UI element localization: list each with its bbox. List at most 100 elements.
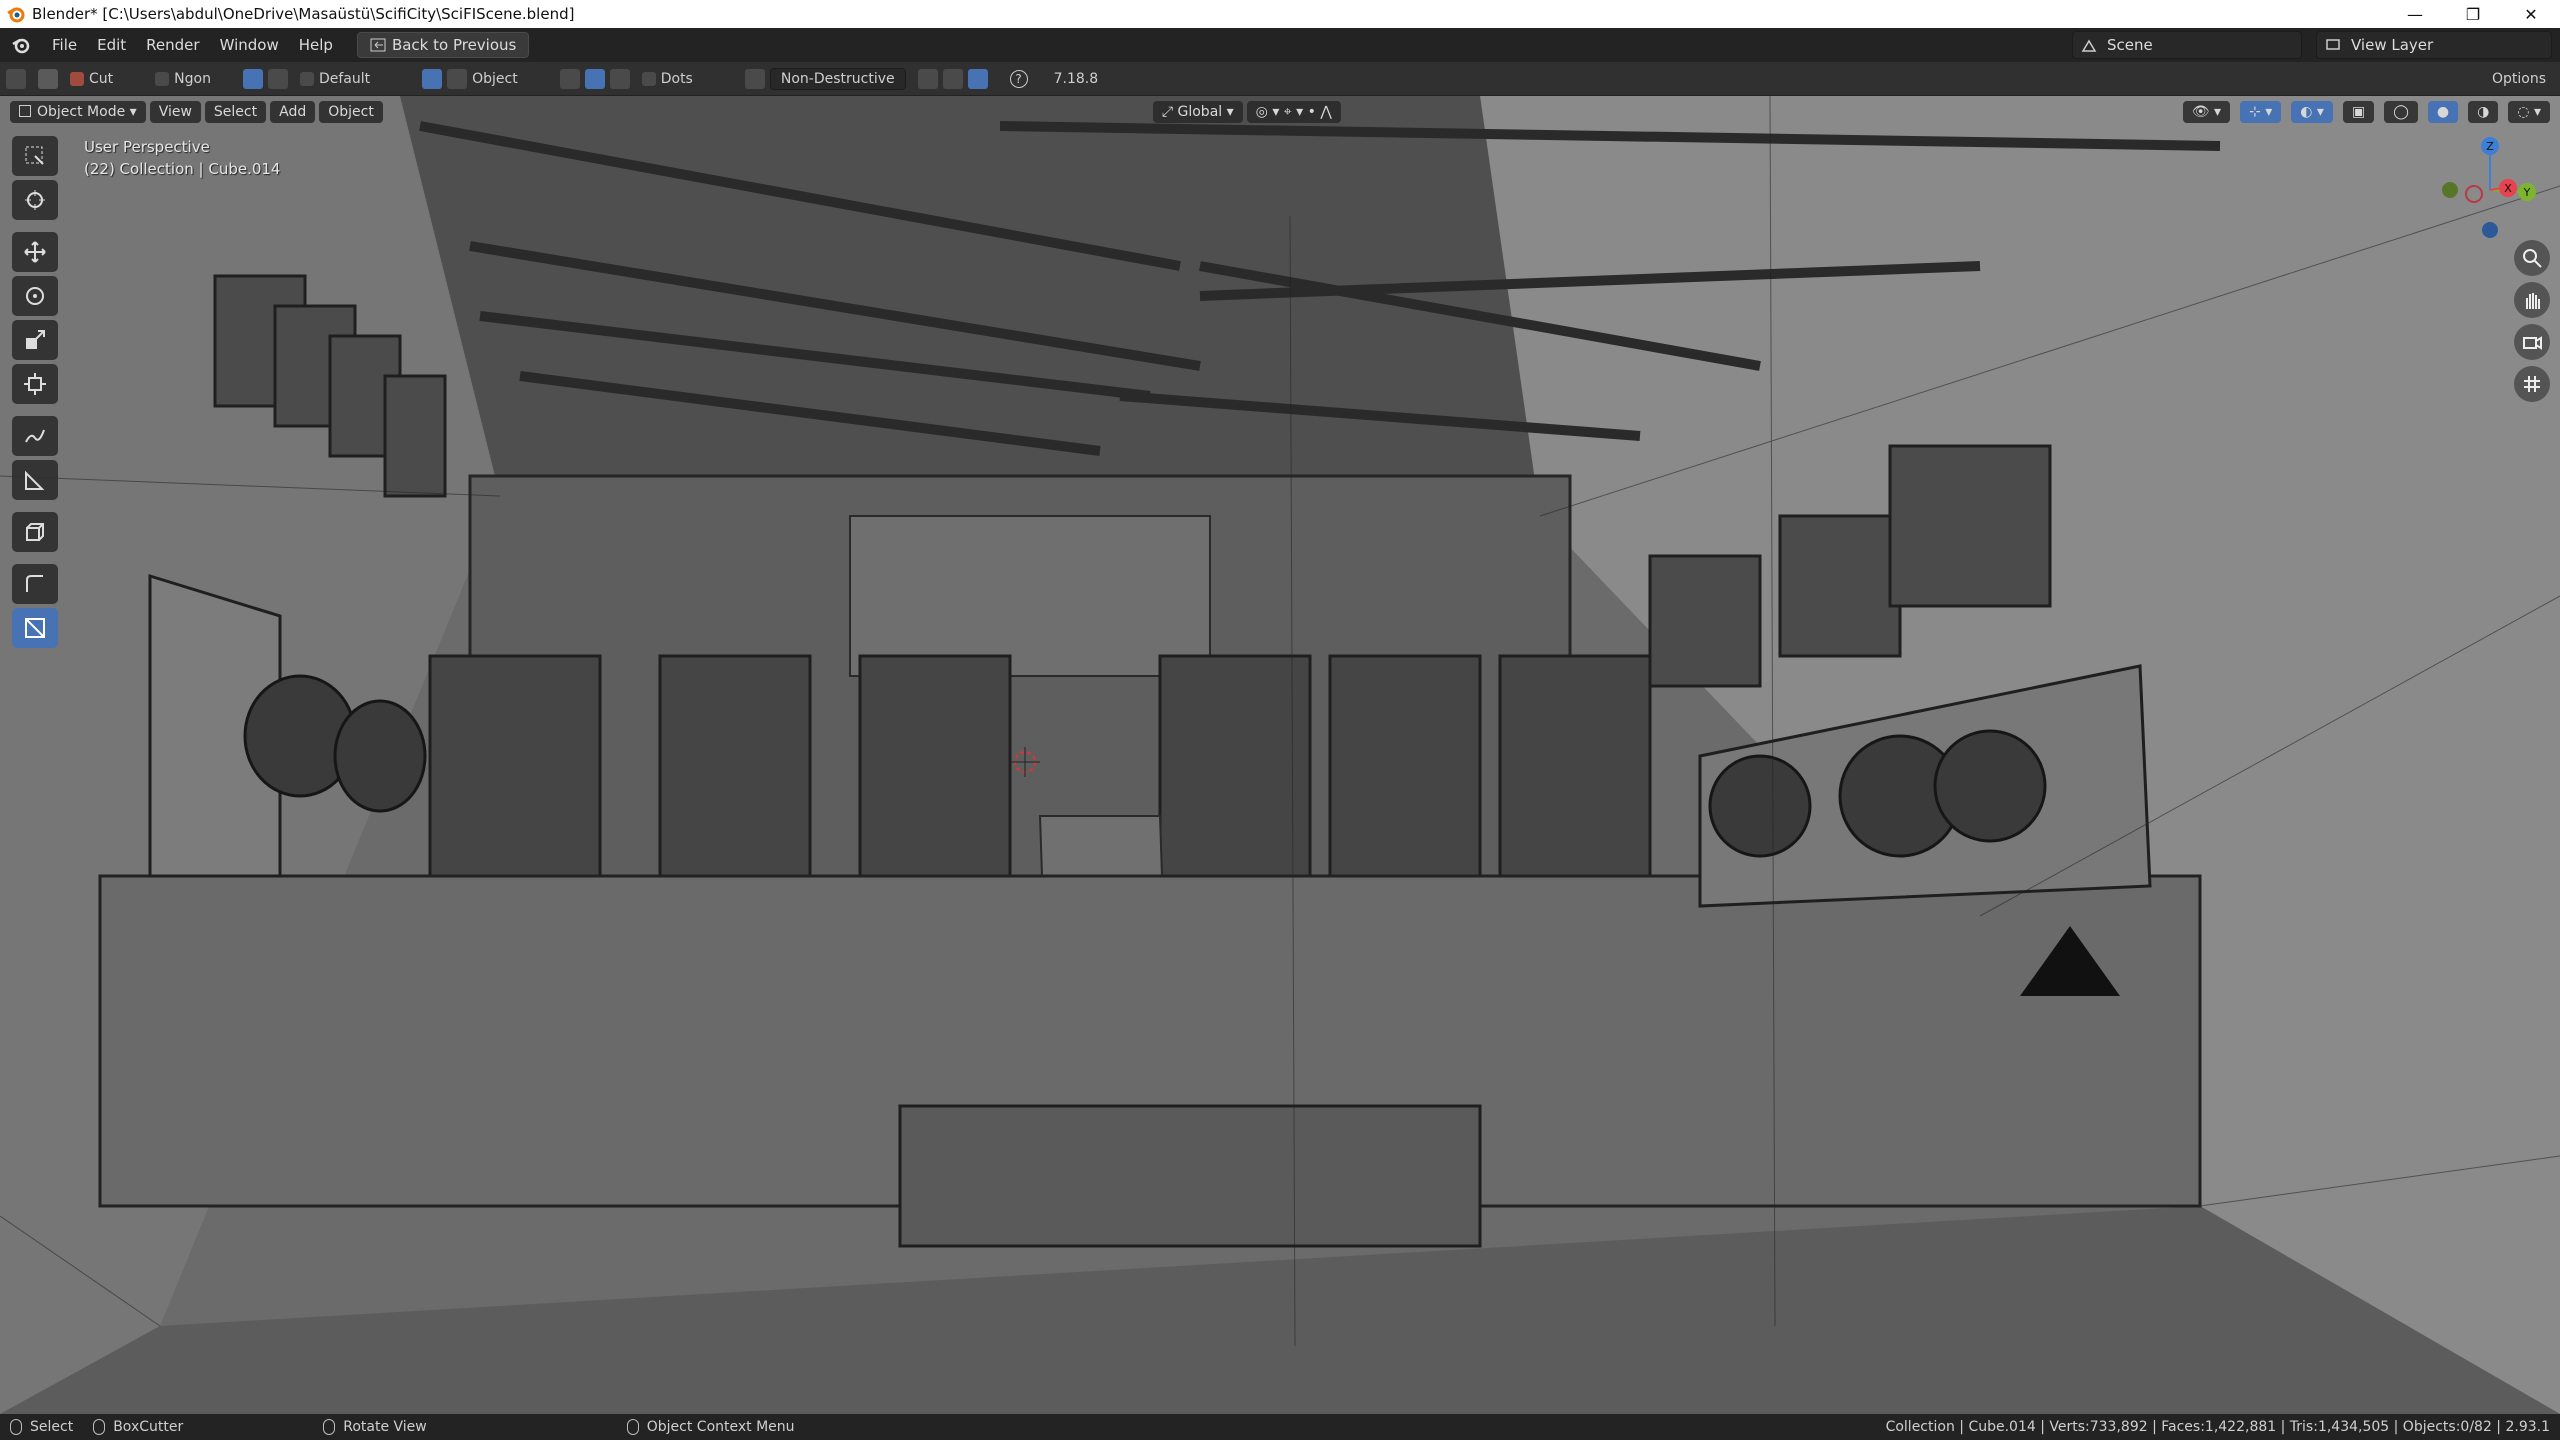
hand-icon bbox=[2526, 293, 2540, 309]
object-dropdown[interactable]: Object bbox=[416, 66, 524, 92]
pause-icon bbox=[967, 68, 988, 89]
menu-file[interactable]: File bbox=[42, 36, 87, 54]
mesh-icon bbox=[609, 68, 630, 89]
gizmo-neg-x-icon[interactable] bbox=[2465, 185, 2483, 203]
overlay-toggle-icon[interactable]: ◐ ▾ bbox=[2291, 101, 2333, 123]
transform-icon bbox=[24, 373, 46, 395]
ngon-icon bbox=[155, 71, 170, 86]
link-icon bbox=[242, 68, 263, 89]
close-button[interactable]: ✕ bbox=[2502, 0, 2560, 28]
status-context: Object Context Menu bbox=[617, 1419, 805, 1435]
shading-controls: 👁 ▾ ⊹ ▾ ◐ ▾ ▣ ◯ ● ◑ ◌ ▾ bbox=[2179, 101, 2550, 123]
measure-icon bbox=[25, 470, 45, 490]
download-icon bbox=[917, 68, 938, 89]
boxcutter-tool[interactable] bbox=[12, 564, 58, 604]
material-shading-icon[interactable]: ◑ bbox=[2468, 101, 2499, 123]
status-bar: Select BoxCutter Rotate View Object Cont… bbox=[0, 1414, 2560, 1440]
gizmo-z-label: Z bbox=[2486, 140, 2494, 153]
object-mode-dropdown[interactable]: Object Mode ▾ bbox=[10, 101, 146, 123]
zoom-icon bbox=[2523, 249, 2542, 268]
orientation-dropdown[interactable]: ⤢ Global ▾ bbox=[1152, 101, 1243, 123]
menu-render[interactable]: Render bbox=[136, 36, 209, 54]
scene-stats: Collection | Cube.014 | Verts:733,892 | … bbox=[1885, 1419, 2550, 1435]
annotate-tool[interactable] bbox=[12, 416, 58, 456]
object-menu[interactable]: Object bbox=[319, 101, 383, 123]
status-select: Select bbox=[0, 1419, 83, 1435]
editor-type-button[interactable] bbox=[0, 66, 32, 92]
default-label: Default bbox=[318, 70, 371, 87]
options-button[interactable]: Options bbox=[2486, 66, 2552, 92]
modifier-icon bbox=[744, 68, 765, 89]
rotate-tool[interactable] bbox=[12, 276, 58, 316]
3d-viewport[interactable] bbox=[0, 96, 2560, 1414]
gear-icon bbox=[942, 68, 963, 89]
move-icon bbox=[24, 241, 46, 263]
tool-extra-buttons[interactable] bbox=[912, 66, 994, 92]
select-menu[interactable]: Select bbox=[204, 101, 267, 123]
menu-edit[interactable]: Edit bbox=[87, 36, 136, 54]
cut-icon bbox=[70, 71, 84, 86]
scale-tool[interactable] bbox=[12, 320, 58, 360]
boxcutter-icon bbox=[26, 575, 43, 592]
solid-shading-icon[interactable]: ● bbox=[2427, 101, 2459, 123]
lock-icon bbox=[299, 71, 314, 86]
move-tool[interactable] bbox=[12, 232, 58, 272]
minimize-button[interactable]: — bbox=[2386, 0, 2444, 28]
pan-button[interactable] bbox=[2514, 282, 2550, 318]
view-layer-selector[interactable]: View Layer bbox=[2316, 31, 2552, 59]
pivot-snap-buttons[interactable]: ◎ ▾ ⌖ ▾ • ⋀ bbox=[1246, 101, 1341, 123]
editor-type-icon bbox=[6, 68, 26, 89]
blender-menu-icon[interactable] bbox=[10, 34, 32, 56]
scene-selector[interactable]: Scene bbox=[2072, 31, 2302, 59]
view-menu[interactable]: View bbox=[149, 101, 201, 123]
version-label: 7.18.8 bbox=[1053, 70, 1099, 87]
help-button[interactable]: ? bbox=[1004, 66, 1034, 92]
rendered-shading-icon[interactable]: ◌ ▾ bbox=[2508, 101, 2550, 123]
shape-icon bbox=[267, 68, 288, 89]
gizmo-neg-y-icon[interactable] bbox=[2442, 182, 2458, 198]
wire-icon bbox=[584, 68, 605, 89]
window-titlebar: Blender* [C:\Users\abdul\OneDrive\Masaüs… bbox=[0, 0, 2560, 28]
add-cube-icon bbox=[26, 523, 44, 541]
grid-icon bbox=[2524, 376, 2540, 392]
visibility-icon[interactable]: 👁 ▾ bbox=[2182, 101, 2231, 123]
menu-help[interactable]: Help bbox=[289, 36, 343, 54]
wireframe-shading-icon[interactable]: ◯ bbox=[2384, 101, 2418, 123]
dots-dropdown[interactable]: Dots bbox=[636, 66, 699, 92]
gizmo-neg-z-icon[interactable] bbox=[2482, 222, 2498, 238]
hardops-tool[interactable] bbox=[12, 608, 58, 648]
perspective-label: User Perspective bbox=[84, 138, 210, 156]
active-tool-icon[interactable] bbox=[32, 66, 64, 92]
navigation-gizmo[interactable]: Z Y X bbox=[2430, 130, 2550, 250]
select-box-tool[interactable] bbox=[12, 136, 58, 176]
xray-icon[interactable]: ▣ bbox=[2342, 101, 2375, 123]
hardops-icon bbox=[25, 618, 45, 638]
view-layer-label: View Layer bbox=[2351, 36, 2434, 54]
maximize-button[interactable]: ❐ bbox=[2444, 0, 2502, 28]
transform-tool[interactable] bbox=[12, 364, 58, 404]
gizmo-toggle-icon[interactable]: ⊹ ▾ bbox=[2240, 101, 2282, 123]
camera-view-button[interactable] bbox=[2514, 324, 2550, 360]
add-cube-tool[interactable] bbox=[12, 512, 58, 552]
ortho-toggle-button[interactable] bbox=[2514, 366, 2550, 402]
cursor-tool[interactable] bbox=[12, 180, 58, 220]
status-boxcutter: BoxCutter bbox=[83, 1419, 193, 1435]
viewport-scene bbox=[0, 96, 2560, 1414]
rotate-icon bbox=[26, 287, 44, 305]
snap-toggle[interactable] bbox=[237, 66, 294, 92]
scene-label: Scene bbox=[2107, 36, 2153, 54]
ngon-dropdown[interactable]: Ngon bbox=[149, 66, 217, 92]
measure-tool[interactable] bbox=[12, 460, 58, 500]
status-rotate-label: Rotate View bbox=[343, 1419, 427, 1435]
nondestructive-dropdown[interactable]: Non-Destructive bbox=[739, 66, 912, 92]
default-dropdown[interactable]: Default bbox=[294, 66, 376, 92]
back-to-previous-button[interactable]: Back to Previous bbox=[356, 32, 530, 58]
zoom-button[interactable] bbox=[2514, 240, 2550, 276]
dots-label: Dots bbox=[660, 70, 693, 87]
add-menu[interactable]: Add bbox=[270, 101, 316, 123]
select-box-icon bbox=[25, 146, 44, 165]
cut-mode-dropdown[interactable]: Cut bbox=[64, 66, 119, 92]
display-toggles[interactable] bbox=[554, 66, 636, 92]
menu-window[interactable]: Window bbox=[210, 36, 289, 54]
gizmo-y-label: Y bbox=[2523, 186, 2531, 199]
